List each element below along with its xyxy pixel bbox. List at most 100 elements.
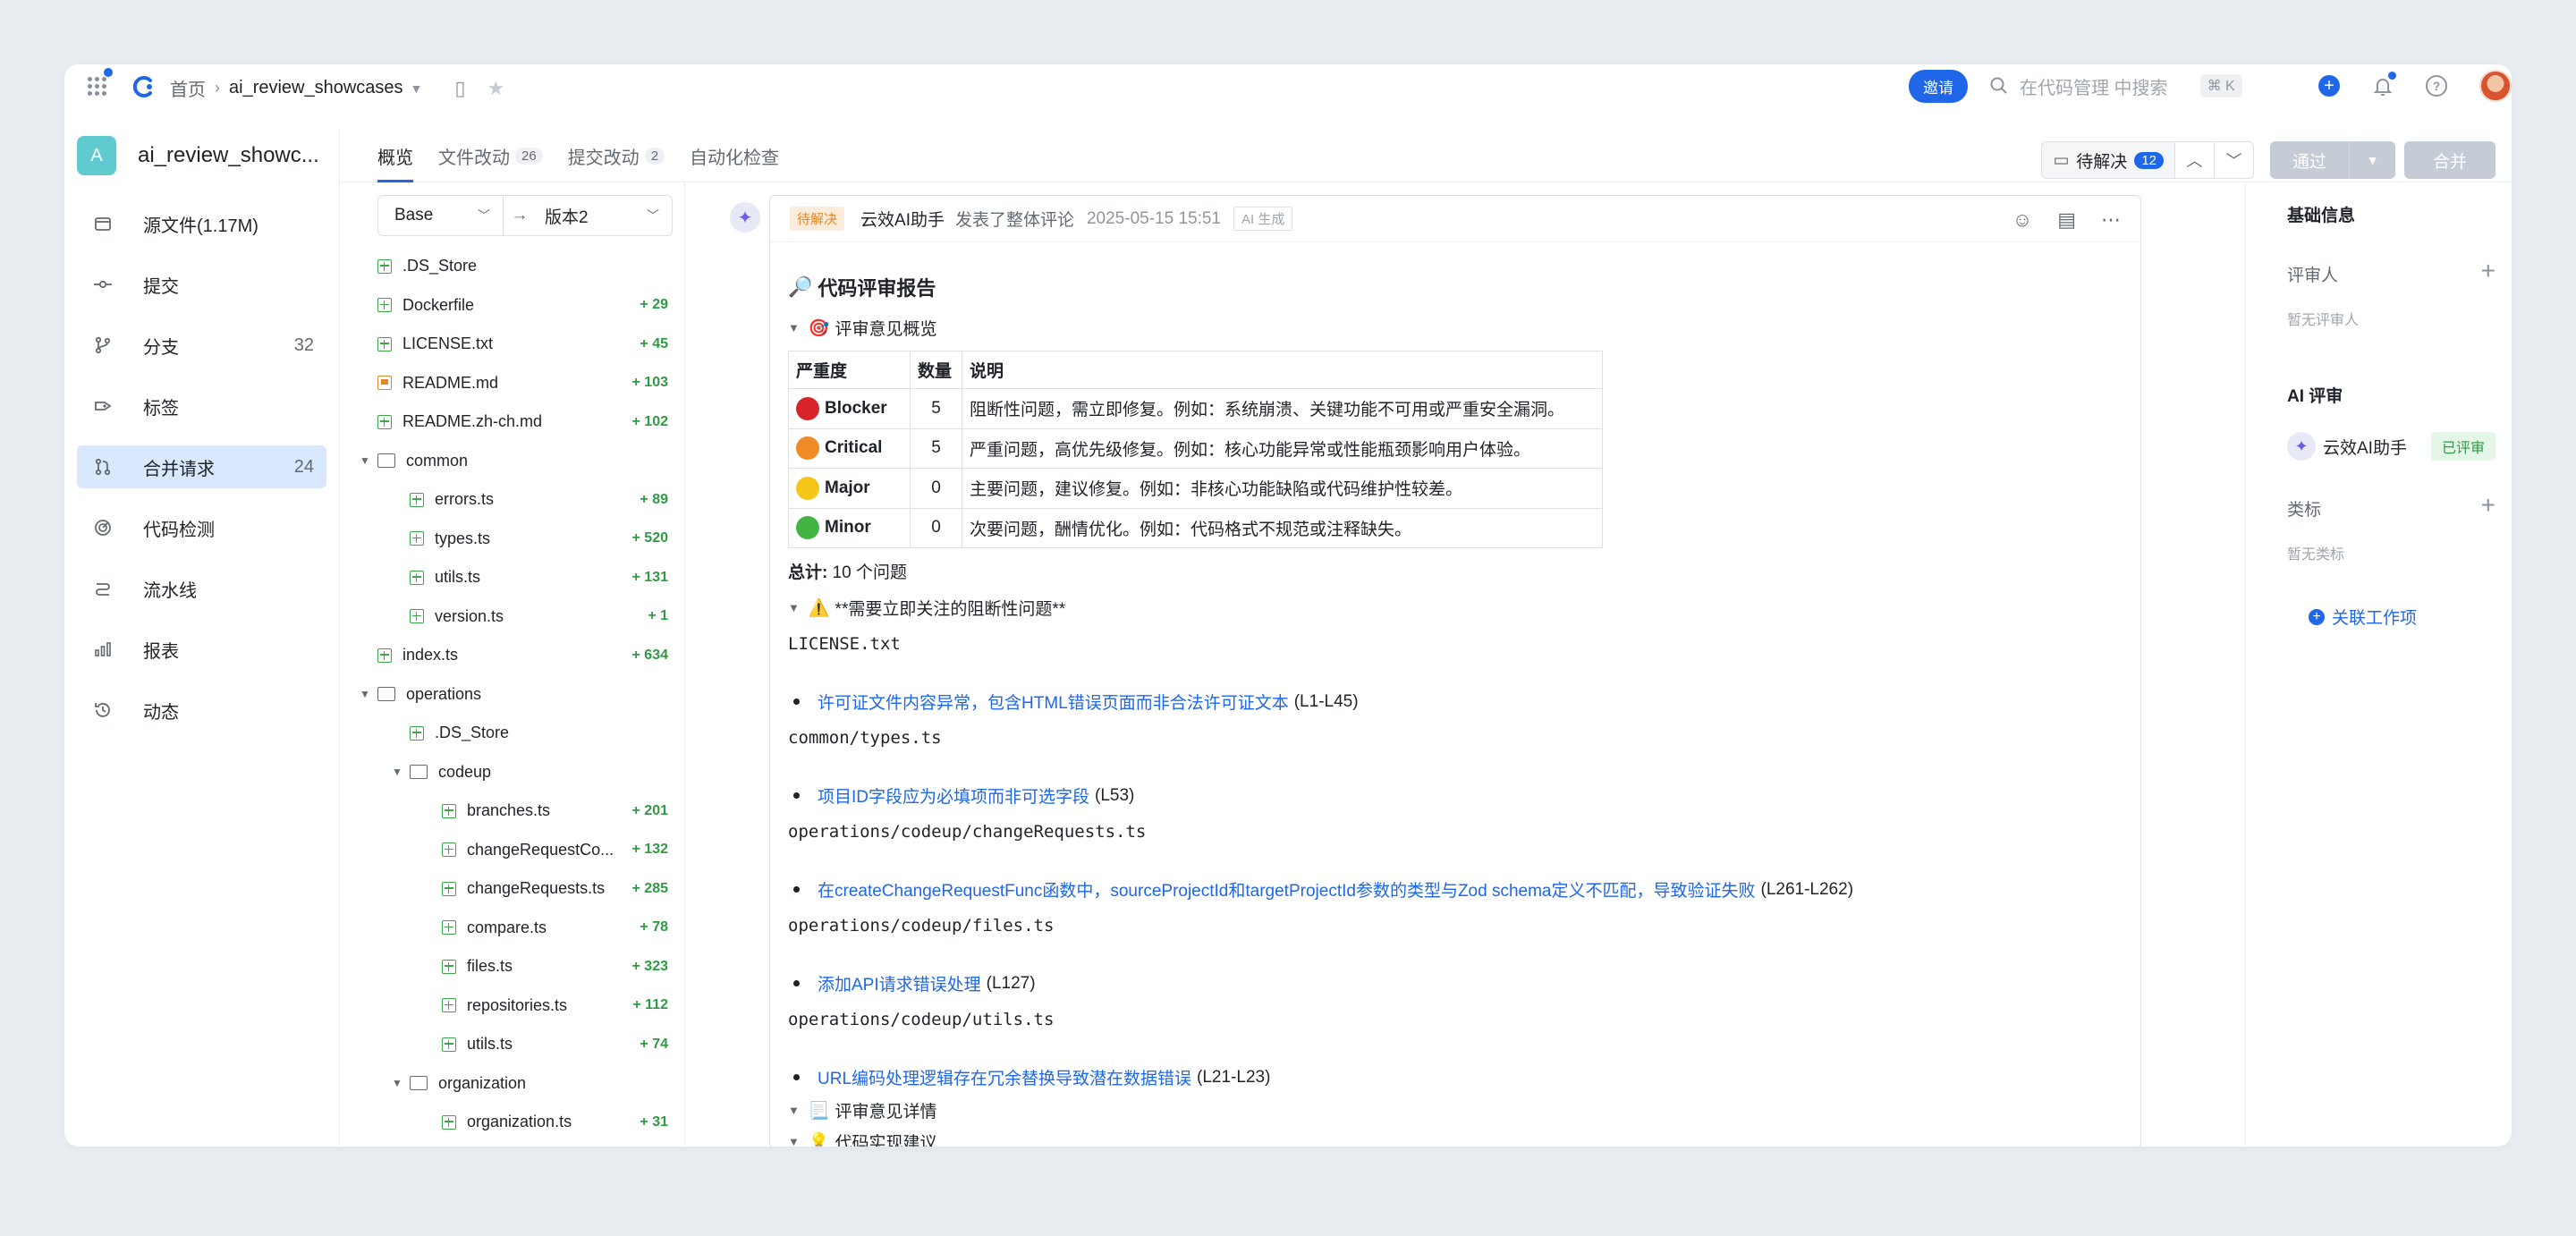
tab-auto-check[interactable]: 自动化检查 (690, 129, 779, 182)
sidebar-item[interactable]: 提交 (77, 263, 326, 306)
added-lines: + 29 (640, 297, 668, 313)
tree-folder[interactable]: ▼ codeup (340, 753, 684, 792)
severity-dot-icon (796, 476, 819, 500)
sidebar-item[interactable]: 标签 (77, 385, 326, 428)
base-select-value: Base (394, 206, 434, 224)
tree-file[interactable]: errors.ts + 89 (340, 480, 684, 520)
tree-file[interactable]: LICENSE.txt + 45 (340, 325, 684, 364)
sidebar-item[interactable]: 动态 (77, 689, 326, 732)
tree-file[interactable]: README.zh-ch.md + 102 (340, 402, 684, 442)
repo-header[interactable]: A ai_review_showc... (64, 129, 339, 182)
pending-comments-button[interactable]: ▭ 待解决 12 (2041, 141, 2175, 179)
tree-folder[interactable]: ▼ organization (340, 1064, 684, 1104)
chevron-down-icon[interactable]: ﹀ (2215, 141, 2254, 179)
app-grid-icon[interactable] (86, 75, 107, 97)
tree-file[interactable]: types.ts + 520 (340, 520, 684, 559)
blocker-toggle[interactable]: ▼ ⚠️ **需要立即关注的阻断性问题** (788, 596, 2123, 620)
added-lines: + 285 (631, 880, 668, 896)
added-lines: + 634 (631, 647, 668, 663)
table-header: 数量 (910, 351, 962, 389)
severity-cell: Blocker (788, 388, 911, 429)
table-row: Blocker 5 阻断性问题，需立即修复。例如：系统崩溃、关键功能不可用或严重安全… (788, 388, 1603, 429)
tab-file-changes[interactable]: 文件改动 26 (438, 129, 543, 182)
reply-icon[interactable]: ▤ (2057, 208, 2076, 232)
sidebar-item[interactable]: 报表 (77, 628, 326, 671)
caret-down-icon: ▼ (392, 766, 402, 779)
sidebar-item-label: 提交 (143, 276, 179, 297)
sidebar-item[interactable]: 分支 32 (77, 324, 326, 367)
tree-item-name: README.zh-ch.md (402, 412, 543, 431)
create-plus-icon[interactable]: + (2318, 75, 2340, 97)
sidebar-item-label: 分支 (143, 337, 179, 358)
label-empty: 暂无类标 (2287, 547, 2345, 563)
folder-icon (377, 453, 395, 469)
caret-down-icon[interactable]: ▼ (411, 81, 423, 96)
list-item: 项目ID字段应为必填项而非可选字段 (L53) (788, 783, 2123, 808)
file-added-icon (377, 648, 392, 663)
tab-overview[interactable]: 概览 (377, 129, 413, 182)
codeup-logo-icon[interactable] (131, 73, 157, 100)
link-work-item-label: 关联工作项 (2332, 609, 2418, 628)
issue-link[interactable]: 添加API请求错误处理 (818, 971, 981, 995)
user-avatar[interactable] (2479, 70, 2512, 102)
total-label: 总计: (788, 563, 828, 582)
tree-file[interactable]: utils.ts + 74 (340, 1025, 684, 1064)
tree-file[interactable]: repositories.ts + 112 (340, 986, 684, 1026)
help-icon[interactable]: ? (2426, 75, 2447, 97)
breadcrumb-repo[interactable]: ai_review_showcases (229, 78, 403, 98)
add-reviewer-icon[interactable]: + (2481, 257, 2496, 285)
link-work-item-button[interactable]: + 关联工作项 (2287, 605, 2496, 629)
merge-button[interactable]: 合并 (2404, 141, 2496, 179)
breadcrumb-home[interactable]: 首页 (170, 75, 206, 101)
issue-link[interactable]: 许可证文件内容异常，包含HTML错误页面而非合法许可证文本 (818, 690, 1289, 714)
target-icon: 🎯 (808, 318, 830, 338)
mr-actions: ▭ 待解决 12 ︿ ﹀ 通过 ▼ 合并 (2041, 141, 2496, 179)
issue-link[interactable]: 在createChangeRequestFunc函数中，sourceProjec… (818, 877, 1756, 902)
file-added-icon (442, 842, 456, 858)
approve-dropdown-icon[interactable]: ▼ (2349, 141, 2395, 179)
tree-file[interactable]: README.md + 103 (340, 364, 684, 403)
tree-file[interactable]: files.ts + 323 (340, 947, 684, 986)
tree-file[interactable]: compare.ts + 78 (340, 909, 684, 948)
comment-author[interactable]: 云效AI助手 (860, 207, 945, 231)
suggestion-toggle[interactable]: ▼ 💡 代码实现建议 (788, 1130, 2123, 1147)
sidebar-item[interactable]: 流水线 (77, 567, 326, 610)
sidebar-item[interactable]: 源文件(1.17M) (77, 202, 326, 245)
tree-file[interactable]: branches.ts + 201 (340, 792, 684, 831)
severity-cell: Critical (788, 428, 911, 469)
comment-body: 🔎 代码评审报告 ▼ 🎯 评审意见概览 严重度 数量 说明 Blocker 5 … (770, 242, 2140, 1147)
add-label-icon[interactable]: + (2481, 491, 2496, 520)
tree-file[interactable]: organization.ts + 31 (340, 1103, 684, 1142)
details-toggle[interactable]: ▼ 📃 评审意见详情 (788, 1098, 2123, 1122)
tree-folder[interactable]: ▼ common (340, 442, 684, 481)
tab-commit-changes[interactable]: 提交改动 2 (568, 129, 665, 182)
sidebar-item[interactable]: 代码检测 (77, 506, 326, 549)
approve-button[interactable]: 通过 (2270, 141, 2349, 179)
summary-toggle[interactable]: ▼ 🎯 评审意见概览 (788, 316, 2123, 340)
tree-file[interactable]: changeRequestCo... + 132 (340, 831, 684, 870)
invite-button[interactable]: 邀请 (1909, 69, 1968, 103)
tree-file[interactable]: version.ts + 1 (340, 597, 684, 637)
more-icon[interactable]: ⋯ (2101, 208, 2121, 232)
tree-file[interactable]: Dockerfile + 29 (340, 286, 684, 326)
base-select[interactable]: Base ﹀ (378, 196, 504, 235)
tree-folder[interactable]: ▼ operations (340, 675, 684, 715)
emoji-reaction-icon[interactable]: ☺ (2012, 208, 2032, 232)
repo-name: ai_review_showc... (138, 143, 319, 167)
issue-link[interactable]: URL编码处理逻辑存在冗余替换导致潜在数据错误 (818, 1065, 1191, 1089)
bookmark-icon[interactable]: ▯ (454, 77, 465, 100)
folder-icon (410, 1076, 428, 1091)
chevron-up-icon[interactable]: ︿ (2175, 141, 2215, 179)
notification-bell-icon[interactable] (2372, 72, 2396, 97)
tree-file[interactable]: utils.ts + 131 (340, 558, 684, 597)
version-select[interactable]: 版本2 ﹀ (536, 204, 672, 228)
search-box[interactable]: 在代码管理 中搜索 ⌘ K (1989, 73, 2293, 99)
tree-file[interactable]: .DS_Store (340, 714, 684, 753)
tree-file[interactable]: .DS_Store (340, 247, 684, 286)
issue-link[interactable]: 项目ID字段应为必填项而非可选字段 (818, 783, 1089, 808)
tree-file[interactable]: index.ts + 634 (340, 636, 684, 675)
ai-reviewer-row: ✦ 云效AI助手 已评审 (2287, 432, 2496, 461)
tree-file[interactable]: changeRequests.ts + 285 (340, 869, 684, 909)
star-icon[interactable]: ★ (487, 77, 505, 100)
sidebar-item[interactable]: 合并请求 24 (77, 445, 326, 488)
